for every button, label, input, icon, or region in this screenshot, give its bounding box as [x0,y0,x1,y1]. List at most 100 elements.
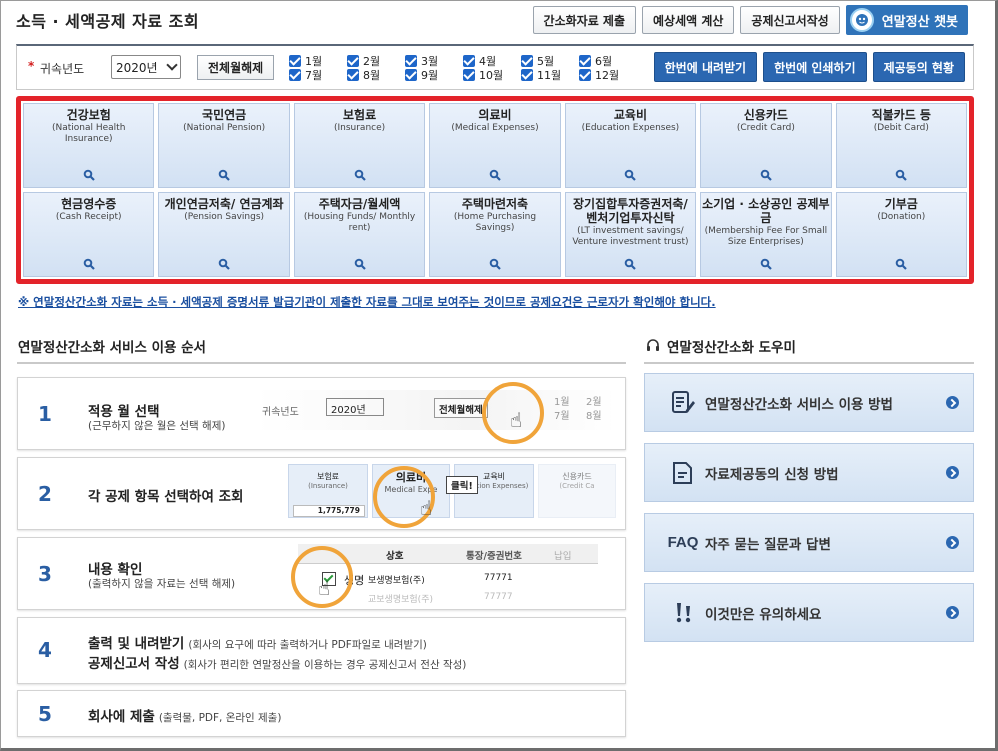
step-2: 2 각 공제 항목 선택하여 조회 보험료 (Insurance) 1,775,77… [17,457,626,530]
estimated-tax-button[interactable]: 예상세액 계산 [642,6,735,34]
checkbox-checked-icon [347,69,359,81]
helper-section-header: 연말정산간소화 도우미 [645,336,796,356]
tile-housing-funds[interactable]: 주택자금/월세액 (Housing Funds/ Monthly rent) [293,192,426,277]
helper-usage-guide[interactable]: 연말정산간소화 서비스 이용 방법 [644,373,974,432]
checkbox-checked-icon [289,55,301,67]
checkbox-checked-icon [521,69,533,81]
step-3: 3 내용 확인 (출력하지 않을 자료는 선택 해제) 상호 통장/증권번호 납… [17,537,626,610]
simplified-data-submit-button[interactable]: 간소화자료 제출 [532,6,636,34]
deduction-report-button[interactable]: 공제신고서작성 [740,6,840,34]
arrow-right-icon [946,396,959,409]
consent-status-button[interactable]: 제공동의 현황 [872,52,965,82]
chevron-down-icon [166,59,178,71]
deduction-tiles: 건강보험 (National Health Insurance) 국민연금 (Nat… [16,96,974,284]
search-icon [83,258,95,270]
tile-cash-receipt[interactable]: 현금영수증 (Cash Receipt) [23,192,155,277]
hand-pointer-icon: ☝ [420,496,433,520]
tile-small-enterprise-fee[interactable]: 소기업 · 소상공인 공제부금 (Membership Fee For Small… [700,192,832,277]
month-1-checkbox[interactable]: 1월 [289,54,347,68]
checkbox-checked-icon [289,69,301,81]
page-title: 소득 · 세액공제 자료 조회 [16,12,200,31]
search-icon [83,169,95,181]
tile-lt-investment-savings[interactable]: 장기집합투자증권저축/ 벤처기업투자신탁 (LT investment savin… [564,192,697,277]
month-7-checkbox[interactable]: 7월 [289,68,347,82]
filter-bar: * 귀속년도 2020년 전체월해제 1월 2월 3월 4월 5월 6월 7월 … [16,44,974,90]
helper-cautions[interactable]: 이것만은 유의하세요 [644,583,974,642]
checkbox-checked-icon [463,55,475,67]
tile-health-insurance[interactable]: 건강보험 (National Health Insurance) [23,103,155,188]
chatbot-button[interactable]: 연말정산 챗봇 [845,5,968,35]
step-1-preview: 귀속년도 2020년 전체월해제 1월 2월 7월 8월 [256,390,616,430]
chatbot-icon [849,8,874,32]
divider [17,362,626,364]
step-1: 1 적용 월 선택 (근무하지 않은 월은 선택 해제) 귀속년도 2020년 … [17,377,626,450]
month-12-checkbox[interactable]: 12월 [579,68,637,82]
search-icon [354,258,366,270]
month-5-checkbox[interactable]: 5월 [521,54,579,68]
checkbox-checked-icon [521,55,533,67]
step-title: 적용 월 선택 [88,404,160,420]
year-select-value: 2020년 [116,60,158,75]
tile-donation[interactable]: 기부금 (Donation) [835,192,967,277]
click-tooltip: 클릭! [446,476,478,494]
step-title: 출력 및 내려받기 (회사의 요구에 따라 출력하거나 PDF파일로 내려받기) [88,636,427,652]
tile-education-expenses[interactable]: 교육비 (Education Expenses) [564,103,697,188]
print-all-button[interactable]: 한번에 인쇄하기 [763,52,867,82]
month-11-checkbox[interactable]: 11월 [521,68,579,82]
document-icon [663,460,703,486]
step-title: 내용 확인 [88,562,143,578]
download-all-button[interactable]: 한번에 내려받기 [653,52,758,82]
top-toolbar: 간소화자료 제출 예상세액 계산 공제신고서작성 연말정산 챗봇 [532,5,968,35]
notice-link[interactable]: ※ 연말정산간소화 자료는 소득 · 세액공제 증명서류 발급기관이 제출한 자… [18,294,716,310]
steps-section-title: 연말정산간소화 서비스 이용 순서 [18,340,206,356]
step-desc: (출력하지 않을 자료는 선택 해제) [88,578,236,590]
chatbot-label: 연말정산 챗봇 [881,14,958,30]
release-all-months-button[interactable]: 전체월해제 [197,55,275,80]
arrow-right-icon [946,606,959,619]
headset-icon [647,339,659,351]
search-icon [625,169,637,181]
hand-pointer-icon: ☝ [318,576,331,600]
divider [644,362,974,364]
arrow-right-icon [946,466,959,479]
step-number: 1 [38,402,52,426]
helper-consent-method[interactable]: 자료제공동의 신청 방법 [644,443,974,502]
month-4-checkbox[interactable]: 4월 [463,54,521,68]
month-3-checkbox[interactable]: 3월 [405,54,463,68]
month-10-checkbox[interactable]: 10월 [463,68,521,82]
checkbox-checked-icon [463,69,475,81]
search-icon [625,258,637,270]
step-number: 5 [38,702,52,726]
search-icon [760,258,772,270]
step-number: 2 [38,482,52,506]
month-checkboxes: 1월 2월 3월 4월 5월 6월 7월 8월 9월 10월 11월 12월 [289,54,637,82]
step-title: 회사에 제출 (출력물, PDF, 온라인 제출) [88,709,282,725]
faq-icon: FAQ [667,534,699,551]
step-4: 4 출력 및 내려받기 (회사의 요구에 따라 출력하거나 PDF파일로 내려받기… [17,617,626,684]
step-2-preview: 보험료 (Insurance) 1,775,779 의료비 Medical Expe … [286,464,616,524]
warning-icon [663,600,703,626]
month-8-checkbox[interactable]: 8월 [347,68,405,82]
step-desc: (근무하지 않은 월은 선택 해제) [88,420,226,432]
tile-pension-savings[interactable]: 개인연금저축/ 연금계좌 (Pension Savings) [158,192,290,277]
step-title: 각 공제 항목 선택하여 조회 [88,489,244,505]
helper-faq[interactable]: FAQ 자주 묻는 질문과 답변 [644,513,974,572]
month-2-checkbox[interactable]: 2월 [347,54,405,68]
checkbox-checked-icon [405,55,417,67]
tile-debit-card[interactable]: 직불카드 등 (Debit Card) [835,103,967,188]
step-number: 3 [38,562,52,586]
month-9-checkbox[interactable]: 9월 [405,68,463,82]
tile-home-purchasing-savings[interactable]: 주택마련저축 (Home Purchasing Savings) [429,192,561,277]
search-icon [489,258,501,270]
tile-medical-expenses[interactable]: 의료비 (Medical Expenses) [429,103,561,188]
checkbox-checked-icon [405,69,417,81]
tile-insurance[interactable]: 보험료 (Insurance) [293,103,426,188]
hand-pointer-icon: ☝ [510,408,523,432]
arrow-right-icon [946,536,959,549]
search-icon [218,169,230,181]
month-6-checkbox[interactable]: 6월 [579,54,637,68]
tile-national-pension[interactable]: 국민연금 (National Pension) [158,103,290,188]
tile-credit-card[interactable]: 신용카드 (Credit Card) [700,103,832,188]
checkbox-checked-icon [579,69,591,81]
year-select[interactable]: 2020년 [111,55,181,79]
